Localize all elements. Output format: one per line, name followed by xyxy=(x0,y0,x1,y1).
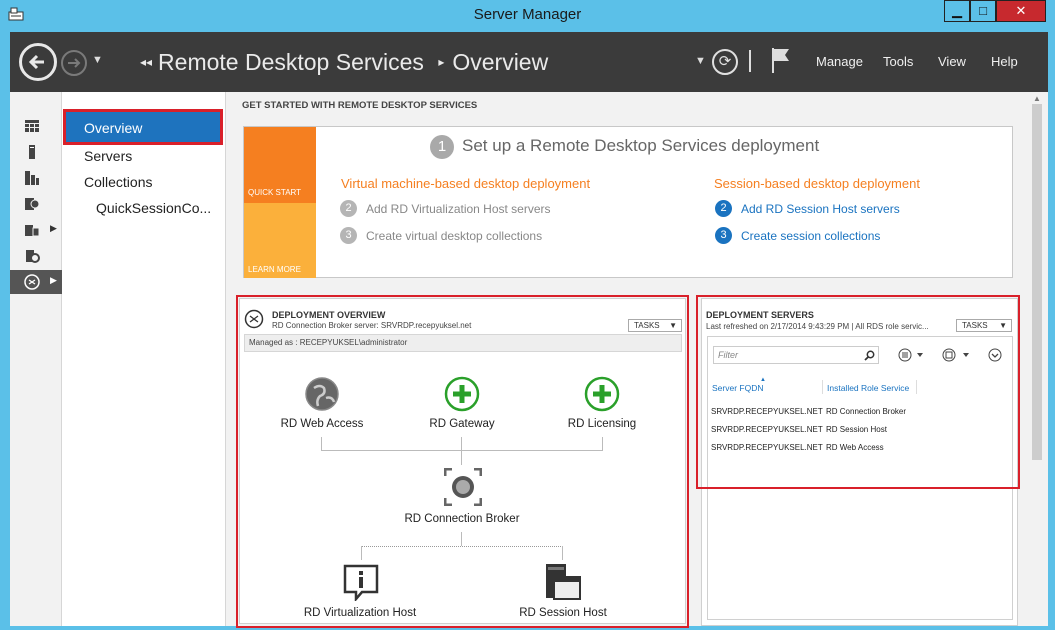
create-session-collections-link[interactable]: Create session collections xyxy=(741,229,880,243)
title-bar: Server Manager ▁ □ ✕ xyxy=(0,0,1055,30)
file-services-nav[interactable] xyxy=(10,192,62,216)
back-arrow-icon xyxy=(28,54,44,70)
scroll-up-icon[interactable]: ▲ xyxy=(1033,94,1041,103)
nav-item-quicksession-collection[interactable]: QuickSessionCo... xyxy=(96,200,211,216)
nav-item-servers[interactable]: Servers xyxy=(84,148,132,164)
notifications-flag-icon[interactable] xyxy=(770,46,792,74)
local-server-nav[interactable] xyxy=(10,140,62,164)
expand-arrow-icon[interactable]: ▶ xyxy=(50,223,57,234)
vm-step-2-badge: 2 xyxy=(340,200,357,217)
breadcrumb-back-icon[interactable]: ◂◂ xyxy=(140,55,152,69)
breadcrumb-dropdown-icon[interactable]: ▼ xyxy=(695,55,706,67)
quick-start-panel: QUICK START LEARN MORE 1 Set up a Remote… xyxy=(243,126,1013,278)
close-button[interactable]: ✕ xyxy=(996,0,1046,22)
window-title: Server Manager xyxy=(473,6,582,23)
tools-menu[interactable]: Tools xyxy=(883,54,913,69)
quick-start-label: QUICK START xyxy=(248,188,302,197)
deployment-servers-highlight xyxy=(696,295,1020,489)
minimize-button[interactable]: ▁ xyxy=(944,0,970,22)
all-servers-nav[interactable] xyxy=(10,166,62,190)
back-button[interactable] xyxy=(19,43,57,81)
add-virtualization-host-link[interactable]: Add RD Virtualization Host servers xyxy=(366,202,551,216)
rds-nav-panel: Overview Servers Collections QuickSessio… xyxy=(62,92,226,626)
vertical-scrollbar-thumb[interactable] xyxy=(1032,104,1042,460)
nav-item-overview[interactable]: Overview xyxy=(63,109,223,145)
quick-start-heading: Set up a Remote Desktop Services deploym… xyxy=(462,136,820,155)
print-services-nav[interactable] xyxy=(10,244,62,268)
learn-more-tab[interactable]: LEARN MORE xyxy=(244,203,316,278)
left-icon-bar: ▶ ▶ xyxy=(10,92,62,626)
iis-nav[interactable]: ▶ xyxy=(10,218,62,242)
session-step-2-badge: 2 xyxy=(715,200,732,217)
refresh-icon: ⟳ xyxy=(718,53,732,70)
history-dropdown-icon[interactable]: ▼ xyxy=(92,54,103,66)
forward-button[interactable] xyxy=(61,50,87,76)
session-deployment-title: Session-based desktop deployment xyxy=(714,176,920,191)
create-virtual-desktop-collections-link[interactable]: Create virtual desktop collections xyxy=(366,229,542,243)
manage-menu[interactable]: Manage xyxy=(816,54,863,69)
refresh-button[interactable]: ⟳ xyxy=(712,49,738,75)
vm-deployment-title: Virtual machine-based desktop deployment xyxy=(341,176,591,191)
get-started-title: GET STARTED WITH REMOTE DESKTOP SERVICES xyxy=(242,100,478,111)
quick-start-tab[interactable]: QUICK START xyxy=(244,127,316,203)
header-divider xyxy=(749,50,751,72)
header-bar: ▼ ◂◂ Remote Desktop Services ▸ Overview ▼ … xyxy=(10,32,1048,92)
breadcrumb: ◂◂ Remote Desktop Services ▸ Overview xyxy=(140,49,548,76)
file-services-icon xyxy=(25,198,40,210)
deployment-overview-highlight xyxy=(236,295,689,628)
expand-arrow-icon[interactable]: ▶ xyxy=(50,275,57,286)
dashboard-icon xyxy=(25,120,39,132)
maximize-button[interactable]: □ xyxy=(970,0,996,22)
add-session-host-link[interactable]: Add RD Session Host servers xyxy=(741,202,900,216)
dashboard-nav[interactable] xyxy=(10,114,62,138)
iis-icon xyxy=(25,225,40,237)
nav-item-collections[interactable]: Collections xyxy=(84,174,152,190)
learn-more-label: LEARN MORE xyxy=(248,265,301,274)
remote-desktop-services-nav[interactable]: ▶ xyxy=(10,270,62,294)
local-server-icon xyxy=(29,145,35,159)
step-1-badge: 1 xyxy=(430,135,454,159)
vm-step-3-badge: 3 xyxy=(340,227,357,244)
print-services-icon xyxy=(26,250,40,263)
all-servers-icon xyxy=(25,171,39,185)
forward-arrow-icon xyxy=(68,58,81,68)
session-step-3-badge: 3 xyxy=(715,227,732,244)
view-menu[interactable]: View xyxy=(938,54,966,69)
remote-desktop-icon xyxy=(24,274,40,290)
breadcrumb-page: Overview xyxy=(452,49,549,75)
breadcrumb-root[interactable]: Remote Desktop Services xyxy=(158,49,424,75)
breadcrumb-separator-icon: ▸ xyxy=(438,55,445,69)
help-menu[interactable]: Help xyxy=(991,54,1018,69)
